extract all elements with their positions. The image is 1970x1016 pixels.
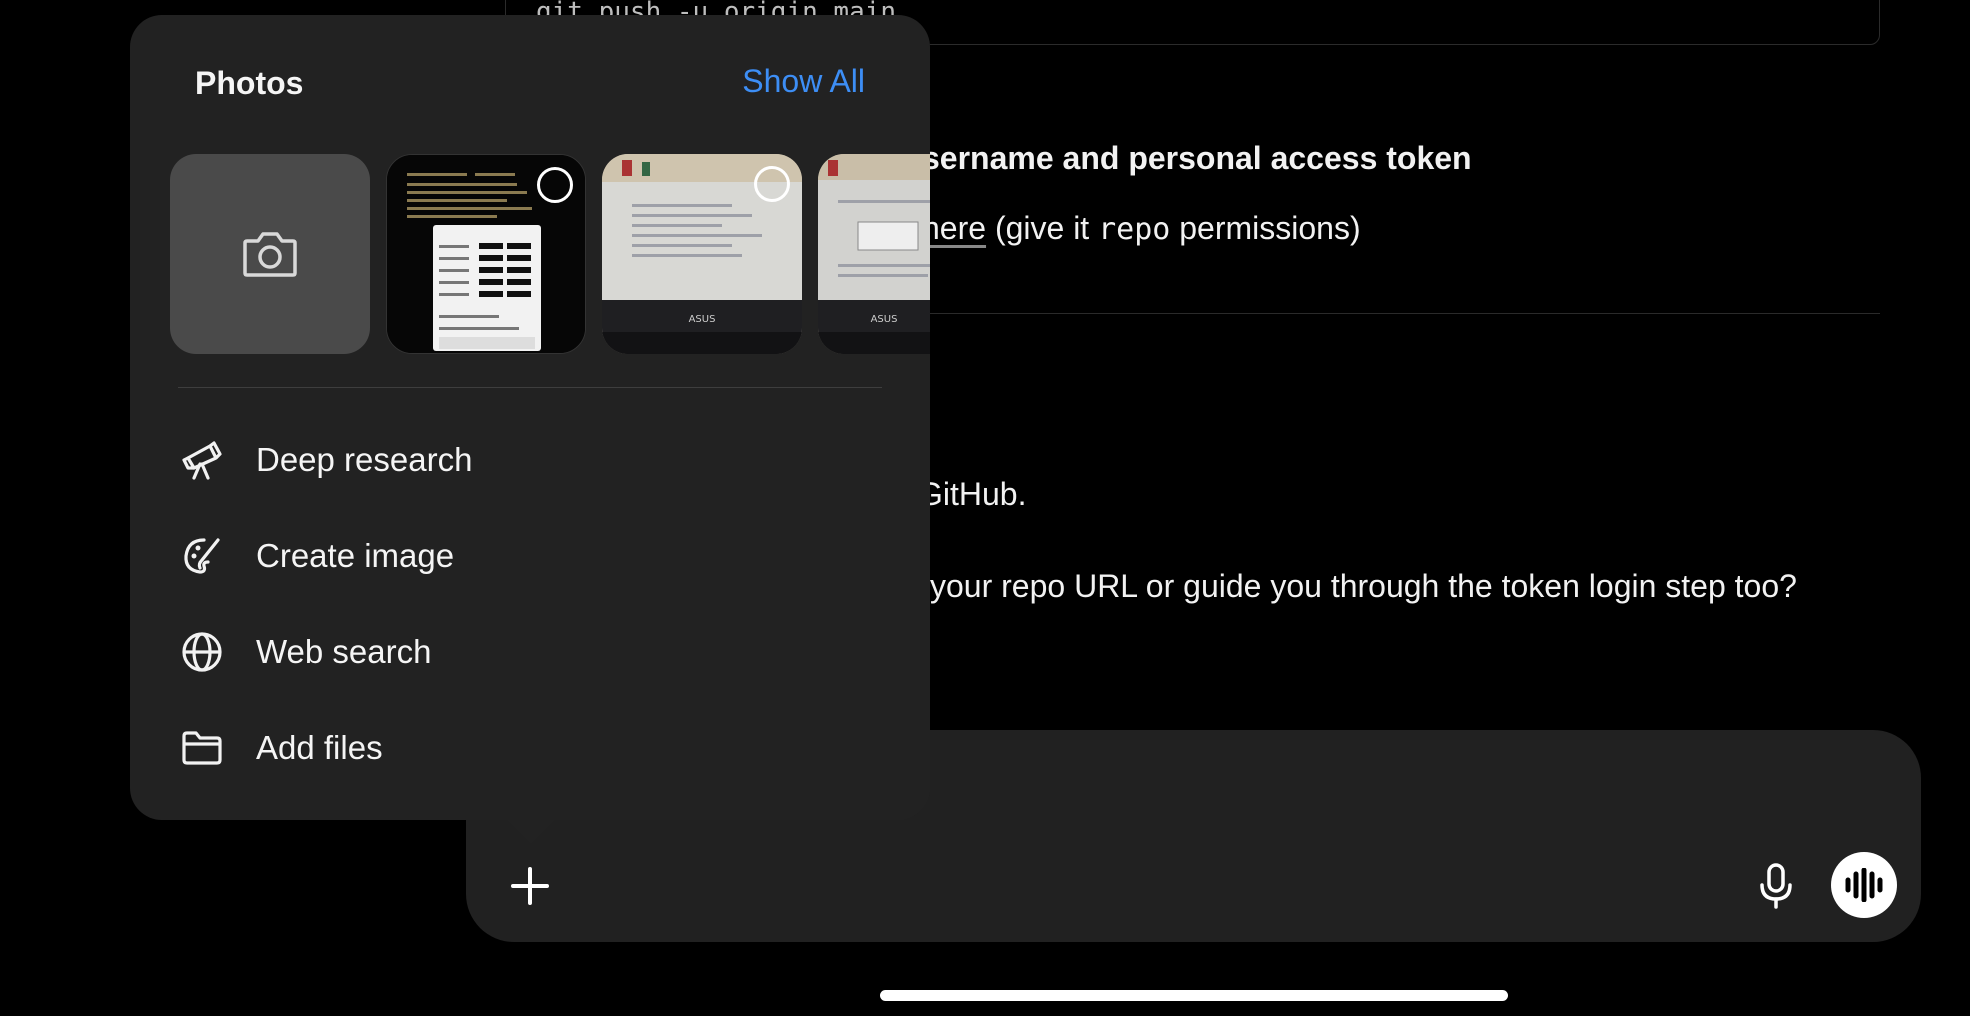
- menu-item-web-search[interactable]: Web search: [178, 617, 882, 687]
- token-text-1: (give it: [986, 210, 1099, 246]
- photo-thumbnail[interactable]: [386, 154, 586, 354]
- palette-icon: [178, 532, 226, 580]
- camera-button[interactable]: [170, 154, 370, 354]
- svg-text:ASUS: ASUS: [871, 314, 898, 325]
- folder-icon: [178, 724, 226, 772]
- select-circle[interactable]: [754, 166, 790, 202]
- voice-mode-icon: [1845, 868, 1883, 902]
- microphone-icon: [1760, 863, 1792, 909]
- token-instructions: here (give it repo permissions): [922, 210, 1361, 247]
- token-link[interactable]: here: [922, 210, 986, 246]
- popover-divider: [178, 387, 882, 388]
- telescope-icon: [178, 436, 226, 484]
- menu-item-create-image[interactable]: Create image: [178, 521, 882, 591]
- photo-thumbnail[interactable]: ASUS: [818, 154, 930, 354]
- token-text-2: permissions): [1170, 210, 1361, 246]
- menu-item-add-files[interactable]: Add files: [178, 713, 882, 783]
- github-text: GitHub.: [918, 476, 1027, 512]
- dictation-button[interactable]: [1752, 858, 1800, 914]
- plus-icon: [511, 867, 549, 905]
- menu-item-label: Add files: [256, 729, 383, 766]
- auth-heading: sername and personal access token: [922, 140, 1472, 176]
- svg-text:ASUS: ASUS: [689, 314, 716, 325]
- select-circle[interactable]: [537, 167, 573, 203]
- show-all-button[interactable]: Show All: [742, 63, 865, 100]
- photo-thumbnail[interactable]: ASUS: [602, 154, 802, 354]
- photos-title: Photos: [195, 65, 304, 101]
- menu-item-label: Create image: [256, 537, 455, 574]
- laptop-photo-image: ASUS: [818, 154, 930, 354]
- menu-item-label: Deep research: [256, 441, 473, 478]
- menu-item-deep-research[interactable]: Deep research: [178, 425, 882, 495]
- attachment-popover: Photos Show All ASUS ASUS Deep research …: [130, 15, 930, 820]
- token-code: repo: [1098, 212, 1171, 247]
- globe-icon: [178, 628, 226, 676]
- menu-item-label: Web search: [256, 633, 432, 670]
- offer-text: your repo URL or guide you through the t…: [930, 568, 1797, 604]
- home-indicator[interactable]: [880, 990, 1508, 1001]
- voice-mode-button[interactable]: [1831, 852, 1897, 918]
- photo-strip[interactable]: ASUS ASUS: [170, 139, 930, 354]
- attach-button[interactable]: [500, 856, 560, 916]
- camera-icon: [243, 232, 297, 277]
- popover-arrow: [505, 818, 557, 844]
